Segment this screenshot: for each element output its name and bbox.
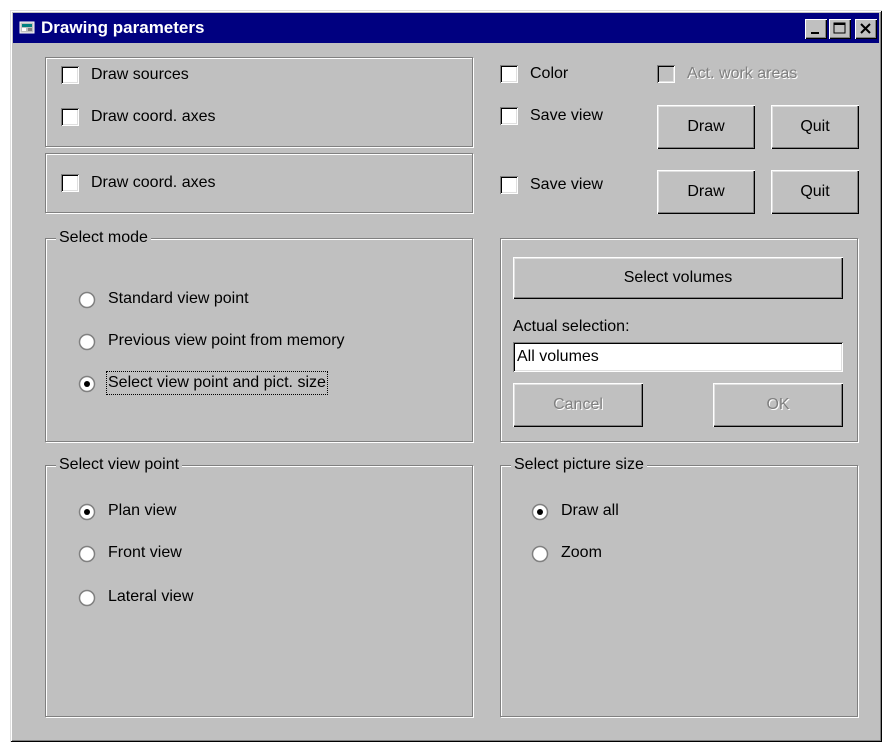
- minimize-icon: [811, 32, 819, 34]
- select-volumes-button[interactable]: Select volumes: [513, 257, 843, 299]
- radio-selected-icon[interactable]: [531, 503, 549, 521]
- ok-button: OK: [713, 383, 843, 427]
- draw-coord-axes-label: Draw coord. axes: [91, 174, 216, 191]
- radio-selected-icon[interactable]: [78, 375, 96, 393]
- radio-unselected-icon[interactable]: [78, 291, 96, 309]
- checkbox-box: [657, 65, 675, 83]
- draw-sources-label: Draw sources: [91, 66, 189, 83]
- radio-label: Plan view: [108, 502, 177, 519]
- select-mode-group: Select mode Standard view point Previous…: [45, 228, 473, 442]
- select-picture-size-legend: Select picture size: [511, 455, 647, 475]
- radio-selected-icon[interactable]: [78, 503, 96, 521]
- act-work-areas-label: Act. work areas: [687, 65, 798, 82]
- color-label: Color: [530, 65, 569, 82]
- actual-selection-label: Actual selection:: [513, 318, 630, 335]
- maximize-icon: [833, 22, 846, 34]
- select-picture-size-group: Select picture size Draw all Zoom: [500, 455, 858, 717]
- window-title: Drawing parameters: [41, 18, 205, 37]
- radio-label: Standard view point: [108, 290, 249, 307]
- select-view-point-group: Select view point Plan view Front view L…: [45, 455, 473, 717]
- checkbox-box[interactable]: [61, 108, 79, 126]
- radio-label: Lateral view: [108, 588, 194, 605]
- radio-label: Front view: [108, 544, 182, 561]
- select-view-point-legend: Select view point: [56, 455, 183, 475]
- checkbox-box[interactable]: [61, 174, 79, 192]
- checkbox-box[interactable]: [500, 176, 518, 194]
- radio-unselected-icon[interactable]: [78, 545, 96, 563]
- save-view-label: Save view: [530, 176, 603, 193]
- checkbox-box[interactable]: [500, 65, 518, 83]
- draw-button-2[interactable]: Draw: [657, 170, 755, 214]
- select-mode-legend: Select mode: [56, 228, 151, 248]
- radio-unselected-icon[interactable]: [531, 545, 549, 563]
- save-view-label: Save view: [530, 107, 603, 124]
- radio-label: Draw all: [561, 502, 619, 519]
- radio-label: Select view point and pict. size: [106, 371, 328, 395]
- app-window-icon: [19, 20, 37, 36]
- cancel-button: Cancel: [513, 383, 643, 427]
- title-bar[interactable]: Drawing parameters: [13, 13, 879, 43]
- maximize-button[interactable]: [829, 19, 851, 39]
- drawing-parameters-dialog: Drawing parameters Draw sources Draw coo: [10, 10, 882, 742]
- draw-options-group: Draw sources Draw coord. axes: [45, 57, 473, 147]
- actual-selection-field[interactable]: All volumes: [513, 342, 843, 372]
- radio-label: Zoom: [561, 544, 602, 561]
- quit-button-2[interactable]: Quit: [771, 170, 859, 214]
- close-icon: [860, 23, 871, 34]
- draw-coord-axes-label: Draw coord. axes: [91, 108, 216, 125]
- close-button[interactable]: [855, 19, 877, 39]
- quit-button-1[interactable]: Quit: [771, 105, 859, 149]
- radio-unselected-icon[interactable]: [78, 589, 96, 607]
- radio-unselected-icon[interactable]: [78, 333, 96, 351]
- axes-options-group: Draw coord. axes: [45, 153, 473, 213]
- checkbox-box[interactable]: [61, 66, 79, 84]
- volumes-group: Select volumes Actual selection: All vol…: [500, 238, 858, 442]
- minimize-button[interactable]: [805, 19, 827, 39]
- draw-button-1[interactable]: Draw: [657, 105, 755, 149]
- radio-label: Previous view point from memory: [108, 332, 345, 349]
- checkbox-box[interactable]: [500, 107, 518, 125]
